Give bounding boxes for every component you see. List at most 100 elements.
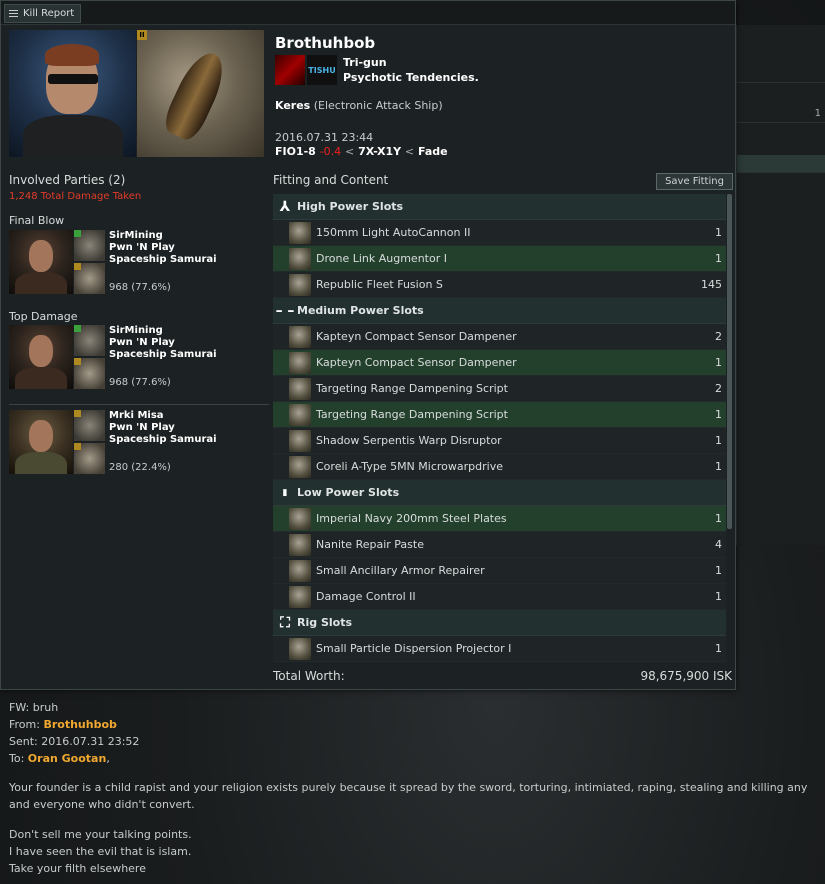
attacker-corp[interactable]: Pwn 'N Play <box>109 422 175 434</box>
fitting-list[interactable]: ⅄ High Power Slots 150mm Light AutoCanno… <box>273 194 726 664</box>
constellation[interactable]: 7X-X1Y <box>358 145 401 158</box>
save-fitting-button[interactable]: Save Fitting <box>656 173 733 190</box>
attacker-damage: 968 (77.6%) <box>109 282 171 293</box>
item-name: Nanite Repair Paste <box>316 538 424 551</box>
module-icon[interactable] <box>289 455 311 478</box>
attacker-portrait[interactable] <box>9 410 73 474</box>
background-window: 1 <box>736 25 825 545</box>
solar-system[interactable]: FIO1-8 <box>275 145 316 158</box>
scrollbar[interactable] <box>727 194 732 529</box>
rig-slots-header[interactable]: ⛶ Rig Slots <box>273 610 726 636</box>
module-icon[interactable] <box>289 637 311 660</box>
attacker-name[interactable]: Mrki Misa <box>109 410 164 422</box>
attacker-ship-icon[interactable] <box>74 325 105 356</box>
fitting-item-row[interactable]: Kapteyn Compact Sensor Dampener 2 <box>273 324 726 350</box>
fitting-item-row[interactable]: Targeting Range Dampening Script 2 <box>273 376 726 402</box>
item-quantity: 1 <box>715 356 722 369</box>
attacker-weapon-icon[interactable] <box>74 443 105 474</box>
high-slots-header[interactable]: ⅄ High Power Slots <box>273 194 726 220</box>
mail-from: From: Brothuhbob <box>9 718 117 731</box>
divider <box>9 404 269 405</box>
attacker-corp[interactable]: Pwn 'N Play <box>109 242 175 254</box>
module-icon[interactable] <box>289 429 311 452</box>
attacker-corp[interactable]: Pwn 'N Play <box>109 337 175 349</box>
attacker-other[interactable]: Mrki Misa Pwn 'N Play Spaceship Samurai … <box>9 410 269 476</box>
medium-slot-icon: – – <box>275 302 295 319</box>
fitting-item-row[interactable]: Small Ancillary Armor Repairer 1 <box>273 558 726 584</box>
module-icon[interactable] <box>289 247 311 270</box>
mail-line: Take your filth elsewhere <box>9 862 146 875</box>
attacker-top-damage[interactable]: SirMining Pwn 'N Play Spaceship Samurai … <box>9 325 269 391</box>
total-worth-value: 98,675,900 ISK <box>640 669 732 683</box>
victim-ship-image[interactable]: II <box>137 30 264 157</box>
victim-portrait[interactable] <box>9 30 136 157</box>
fitting-item-row[interactable]: Republic Fleet Fusion S 145 <box>273 272 726 298</box>
high-slot-icon: ⅄ <box>279 198 291 215</box>
mail-subject: FW: bruh <box>9 701 59 714</box>
attacker-alliance[interactable]: Spaceship Samurai <box>109 349 217 361</box>
item-quantity: 2 <box>715 382 722 395</box>
attacker-portrait[interactable] <box>9 230 73 294</box>
attacker-portrait[interactable] <box>9 325 73 389</box>
fitting-item-row[interactable]: Targeting Range Dampening Script 1 <box>273 402 726 428</box>
fitting-item-row[interactable]: 150mm Light AutoCannon II 1 <box>273 220 726 246</box>
mail-to-link[interactable]: Oran Gootan <box>28 752 107 765</box>
low-slots-header[interactable]: ▮ Low Power Slots <box>273 480 726 506</box>
module-icon[interactable] <box>289 273 311 296</box>
module-icon[interactable] <box>289 585 311 608</box>
module-icon[interactable] <box>289 403 311 426</box>
fitting-item-row[interactable]: Kapteyn Compact Sensor Dampener 1 <box>273 350 726 376</box>
attacker-name[interactable]: SirMining <box>109 325 163 337</box>
fitting-item-row[interactable]: Nanite Repair Paste 4 <box>273 532 726 558</box>
fitting-item-row[interactable]: Drone Link Augmentor I 1 <box>273 246 726 272</box>
module-icon[interactable] <box>289 533 311 556</box>
item-quantity: 1 <box>715 512 722 525</box>
fitting-item-row[interactable]: Shadow Serpentis Warp Disruptor 1 <box>273 428 726 454</box>
module-icon[interactable] <box>289 559 311 582</box>
fitting-item-row[interactable]: Imperial Navy 200mm Steel Plates 1 <box>273 506 726 532</box>
attacker-name[interactable]: SirMining <box>109 230 163 242</box>
attacker-final-blow[interactable]: SirMining Pwn 'N Play Spaceship Samurai … <box>9 230 269 296</box>
victim-corporation[interactable]: Tri-gun <box>343 56 387 69</box>
region[interactable]: Fade <box>418 145 448 158</box>
title-bar[interactable]: Kill Report <box>1 1 735 25</box>
window-tab[interactable]: Kill Report <box>4 4 82 23</box>
attacker-ship-icon[interactable] <box>74 230 105 261</box>
mail-line: Don't sell me your talking points. <box>9 828 192 841</box>
attacker-weapon-icon[interactable] <box>74 358 105 389</box>
victim-alliance[interactable]: Psychotic Tendencies. <box>343 71 479 84</box>
mail-from-link[interactable]: Brothuhbob <box>43 718 116 731</box>
item-quantity: 1 <box>715 252 722 265</box>
corporation-logo-icon[interactable] <box>275 55 305 85</box>
fitting-item-row[interactable]: Damage Control II 1 <box>273 584 726 610</box>
fitting-item-row[interactable]: Coreli A-Type 5MN Microwarpdrive 1 <box>273 454 726 480</box>
module-icon[interactable] <box>289 351 311 374</box>
security-status: -0.4 <box>319 145 342 158</box>
module-icon[interactable] <box>289 377 311 400</box>
module-icon[interactable] <box>289 325 311 348</box>
victim-ship-name[interactable]: Keres <box>275 99 310 112</box>
top-damage-label: Top Damage <box>9 310 78 323</box>
menu-icon[interactable] <box>9 10 18 17</box>
item-quantity: 145 <box>701 278 722 291</box>
module-icon[interactable] <box>289 507 311 530</box>
window-title: Kill Report <box>23 8 75 19</box>
attacker-alliance[interactable]: Spaceship Samurai <box>109 254 217 266</box>
module-icon[interactable] <box>289 221 311 244</box>
item-quantity: 1 <box>715 642 722 655</box>
fitting-item-row[interactable]: Small Particle Dispersion Projector I 1 <box>273 636 726 662</box>
bg-row: 1 <box>737 105 825 123</box>
attacker-weapon-icon[interactable] <box>74 263 105 294</box>
item-quantity: 1 <box>715 460 722 473</box>
victim-name[interactable]: Brothuhbob <box>275 34 375 52</box>
medium-slots-header[interactable]: – – Medium Power Slots <box>273 298 726 324</box>
mail-to: To: Oran Gootan, <box>9 752 110 765</box>
item-name: Targeting Range Dampening Script <box>316 408 508 421</box>
attacker-ship-icon[interactable] <box>74 410 105 441</box>
attacker-damage: 968 (77.6%) <box>109 377 171 388</box>
final-blow-label: Final Blow <box>9 214 65 227</box>
rig-slot-icon: ⛶ <box>280 614 290 631</box>
alliance-logo-icon[interactable]: TISHU <box>307 55 337 85</box>
attacker-alliance[interactable]: Spaceship Samurai <box>109 434 217 446</box>
item-name: Drone Link Augmentor I <box>316 252 447 265</box>
